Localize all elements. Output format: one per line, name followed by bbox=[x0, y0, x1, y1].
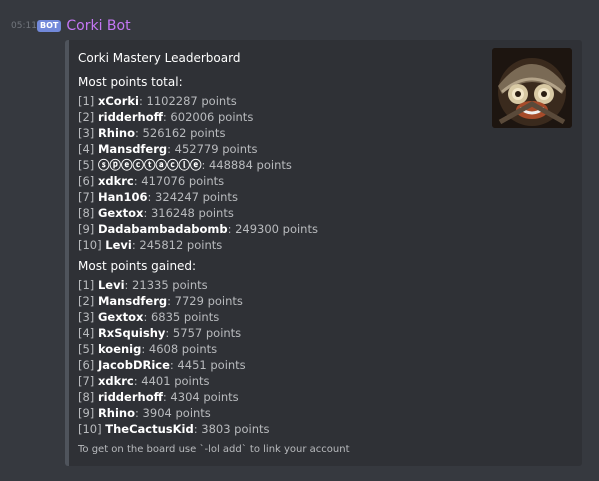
player-name: ⓢⓟⓔⓒⓣⓐⓒⓛⓔ bbox=[97, 158, 202, 172]
points: : 417076 points bbox=[133, 174, 225, 188]
points: : 4451 points bbox=[169, 358, 246, 372]
points: : 1102287 points bbox=[138, 94, 237, 108]
player-name: TheCactusKid bbox=[105, 422, 194, 436]
list-item: [5] ⓢⓟⓔⓒⓣⓐⓒⓛⓔ: 448884 points bbox=[78, 157, 318, 173]
player-name: Rhino bbox=[97, 406, 136, 420]
list-item: [10] Levi: 245812 points bbox=[78, 237, 318, 253]
rank: [10] bbox=[78, 238, 102, 252]
leaderboard-embed: Corki Mastery Leaderboard Most points to… bbox=[65, 40, 582, 466]
rank: [8] bbox=[78, 390, 95, 404]
points: : 249300 points bbox=[227, 222, 318, 236]
player-name: xCorki bbox=[97, 94, 139, 108]
rank: [7] bbox=[78, 190, 95, 204]
player-name: koenig bbox=[97, 342, 142, 356]
embed-footer: To get on the board use `-lol add` to li… bbox=[78, 444, 350, 455]
bot-tag-badge: BOT bbox=[37, 20, 62, 32]
gained-section-title: Most points gained: bbox=[78, 259, 197, 273]
list-item: [7] xdkrc: 4401 points bbox=[78, 373, 270, 389]
list-item: [4] RxSquishy: 5757 points bbox=[78, 325, 270, 341]
list-item: [3] Rhino: 526162 points bbox=[78, 125, 318, 141]
points: : 4304 points bbox=[162, 390, 239, 404]
list-item: [10] TheCactusKid: 3803 points bbox=[78, 421, 270, 437]
points: : 21335 points bbox=[124, 278, 208, 292]
points: : 602006 points bbox=[162, 110, 254, 124]
message-timestamp: 05:11 bbox=[11, 21, 37, 31]
list-item: [9] Dadabambadabomb: 249300 points bbox=[78, 221, 318, 237]
points: : 4401 points bbox=[133, 374, 210, 388]
message-header: 05:11 BOT Corki Bot bbox=[11, 16, 131, 36]
points: : 526162 points bbox=[135, 126, 226, 140]
points: : 448884 points bbox=[201, 158, 292, 172]
points: : 3803 points bbox=[193, 422, 270, 436]
gained-list: [1] Levi: 21335 points [2] Mansdferg: 77… bbox=[78, 277, 270, 437]
points: : 452779 points bbox=[167, 142, 258, 156]
player-name: Mansdferg bbox=[97, 142, 168, 156]
rank: [3] bbox=[78, 126, 95, 140]
rank: [10] bbox=[78, 422, 102, 436]
player-name: Gextox bbox=[97, 310, 144, 324]
rank: [5] bbox=[78, 158, 95, 172]
points: : 4608 points bbox=[141, 342, 218, 356]
player-name: ridderhoff bbox=[97, 390, 163, 404]
rank: [4] bbox=[78, 326, 95, 340]
rank: [8] bbox=[78, 206, 95, 220]
rank: [9] bbox=[78, 222, 95, 236]
rank: [4] bbox=[78, 142, 95, 156]
points: : 5757 points bbox=[165, 326, 242, 340]
rank: [1] bbox=[78, 94, 95, 108]
list-item: [6] JacobDRice: 4451 points bbox=[78, 357, 270, 373]
list-item: [2] ridderhoff: 602006 points bbox=[78, 109, 318, 125]
list-item: [2] Mansdferg: 7729 points bbox=[78, 293, 270, 309]
player-name: Levi bbox=[105, 238, 132, 252]
points: : 6835 points bbox=[143, 310, 220, 324]
total-list: [1] xCorki: 1102287 points [2] ridderhof… bbox=[78, 93, 318, 253]
list-item: [3] Gextox: 6835 points bbox=[78, 309, 270, 325]
player-name: Han106 bbox=[97, 190, 148, 204]
rank: [9] bbox=[78, 406, 95, 420]
list-item: [7] Han106: 324247 points bbox=[78, 189, 318, 205]
list-item: [5] koenig: 4608 points bbox=[78, 341, 270, 357]
points: : 3904 points bbox=[135, 406, 211, 420]
list-item: [8] ridderhoff: 4304 points bbox=[78, 389, 270, 405]
player-name: xdkrc bbox=[97, 174, 134, 188]
embed-title: Corki Mastery Leaderboard bbox=[78, 51, 241, 65]
rank: [3] bbox=[78, 310, 95, 324]
list-item: [8] Gextox: 316248 points bbox=[78, 205, 318, 221]
player-name: Dadabambadabomb bbox=[97, 222, 228, 236]
rank: [5] bbox=[78, 342, 95, 356]
list-item: [1] xCorki: 1102287 points bbox=[78, 93, 318, 109]
list-item: [4] Mansdferg: 452779 points bbox=[78, 141, 318, 157]
list-item: [6] xdkrc: 417076 points bbox=[78, 173, 318, 189]
rank: [7] bbox=[78, 374, 95, 388]
player-name: xdkrc bbox=[97, 374, 134, 388]
total-section-title: Most points total: bbox=[78, 75, 183, 89]
corki-avatar-icon[interactable] bbox=[492, 48, 572, 128]
player-name: Rhino bbox=[97, 126, 136, 140]
player-name: Levi bbox=[97, 278, 125, 292]
player-name: Mansdferg bbox=[97, 294, 168, 308]
points: : 324247 points bbox=[147, 190, 238, 204]
points: : 316248 points bbox=[143, 206, 234, 220]
chat-message: 05:11 BOT Corki Bot Corki Mastery Leader… bbox=[0, 0, 599, 481]
player-name: JacobDRice bbox=[97, 358, 170, 372]
list-item: [9] Rhino: 3904 points bbox=[78, 405, 270, 421]
rank: [6] bbox=[78, 358, 95, 372]
rank: [1] bbox=[78, 278, 95, 292]
player-name: ridderhoff bbox=[97, 110, 163, 124]
list-item: [1] Levi: 21335 points bbox=[78, 277, 270, 293]
points: : 245812 points bbox=[131, 238, 223, 252]
points: : 7729 points bbox=[167, 294, 243, 308]
rank: [2] bbox=[78, 294, 95, 308]
rank: [2] bbox=[78, 110, 95, 124]
author-name[interactable]: Corki Bot bbox=[66, 18, 130, 34]
player-name: RxSquishy bbox=[97, 326, 166, 340]
player-name: Gextox bbox=[97, 206, 144, 220]
rank: [6] bbox=[78, 174, 95, 188]
